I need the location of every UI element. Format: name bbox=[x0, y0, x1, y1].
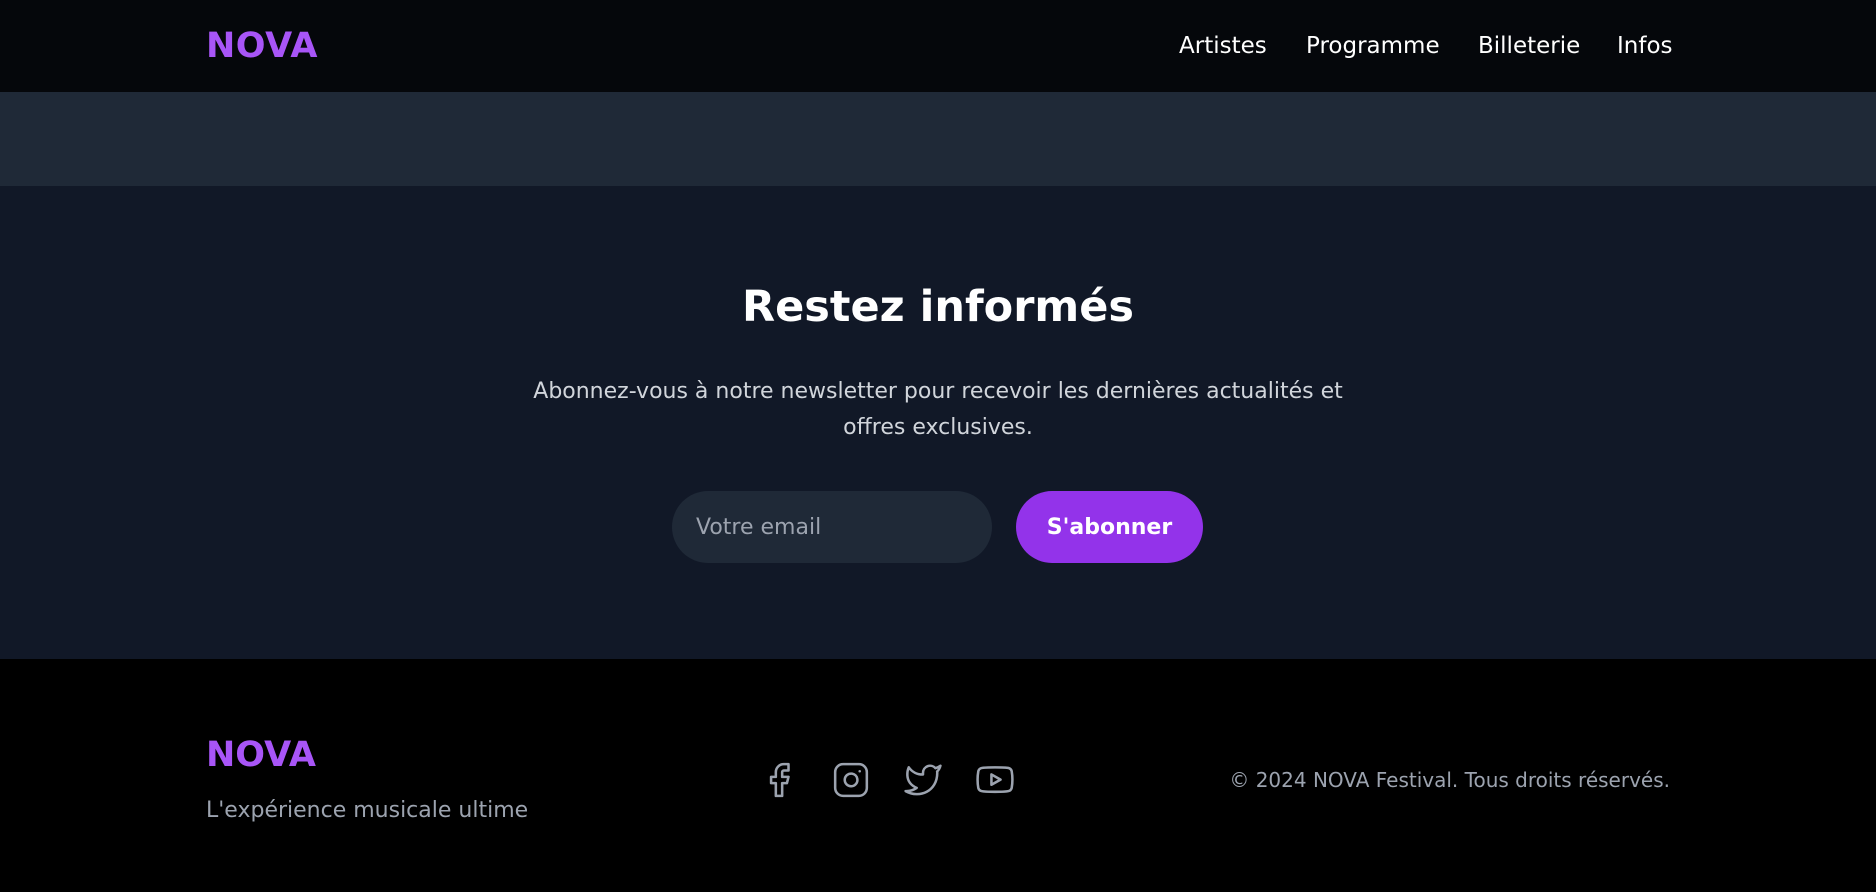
facebook-icon[interactable] bbox=[759, 760, 799, 800]
instagram-icon[interactable] bbox=[831, 760, 871, 800]
newsletter-title: Restez informés bbox=[742, 282, 1134, 332]
nav-billeterie[interactable]: Billeterie bbox=[1478, 30, 1580, 62]
copyright-text: © 2024 NOVA Festival. Tous droits réserv… bbox=[1229, 768, 1670, 792]
nav-artistes[interactable]: Artistes bbox=[1179, 30, 1267, 62]
youtube-icon[interactable] bbox=[975, 760, 1015, 800]
footer-tagline: L'expérience musicale ultime bbox=[206, 798, 529, 823]
twitter-icon[interactable] bbox=[903, 760, 943, 800]
email-input[interactable] bbox=[672, 491, 992, 563]
subscribe-button[interactable]: S'abonner bbox=[1016, 491, 1203, 563]
site-footer: NOVA L'expérience musicale ultime © 2024… bbox=[0, 659, 1876, 892]
main-nav: Artistes Programme Billeterie Infos bbox=[0, 30, 1876, 62]
newsletter-description: Abonnez-vous à notre newsletter pour rec… bbox=[533, 379, 1343, 440]
hero-band bbox=[0, 92, 1876, 186]
newsletter-section: Restez informés Abonnez-vous à notre new… bbox=[0, 186, 1876, 659]
site-header: NOVA Artistes Programme Billeterie Infos bbox=[0, 0, 1876, 92]
nav-infos[interactable]: Infos bbox=[1617, 30, 1673, 62]
footer-logo[interactable]: NOVA bbox=[206, 735, 316, 775]
nav-programme[interactable]: Programme bbox=[1306, 30, 1440, 62]
